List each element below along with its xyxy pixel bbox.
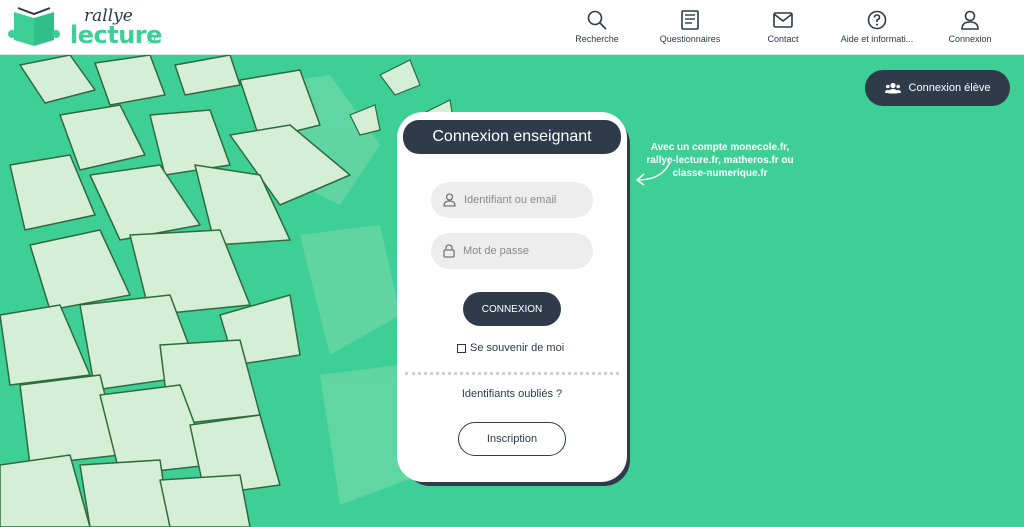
curved-arrow-icon	[635, 161, 671, 186]
logo-word-fr: .fr	[146, 34, 158, 45]
remember-me[interactable]: Se souvenir de moi	[457, 342, 564, 354]
book-logo-icon	[8, 7, 60, 46]
nav-label: Connexion	[948, 34, 992, 44]
teacher-login-card: Connexion enseignant CONNEXION Se souven…	[397, 112, 627, 482]
username-input[interactable]	[464, 194, 584, 206]
nav-questionnaires[interactable]: Questionnaires	[654, 0, 726, 55]
site-logo[interactable]: rallye lecture .fr	[8, 4, 162, 52]
username-field[interactable]	[431, 182, 593, 218]
dotted-divider	[405, 372, 619, 375]
help-icon	[866, 9, 888, 31]
nav-connexion[interactable]: Connexion	[945, 0, 995, 55]
login-button[interactable]: CONNEXION	[463, 292, 561, 326]
search-icon	[586, 9, 608, 31]
nav-label: Recherche	[575, 34, 619, 44]
student-login-label: Connexion élève	[908, 82, 991, 94]
top-header: rallye lecture .fr Recherche Questionnai…	[0, 0, 1024, 55]
remember-checkbox[interactable]	[457, 343, 466, 353]
nav-label: Questionnaires	[659, 34, 721, 44]
forgot-credentials-link[interactable]: Identifiants oubliés ?	[397, 388, 627, 400]
signup-button[interactable]: Inscription	[458, 422, 566, 456]
user-icon	[959, 9, 981, 31]
card-title: Connexion enseignant	[403, 120, 621, 154]
users-icon	[884, 82, 901, 94]
nav-label: Contact	[767, 34, 799, 44]
book-icon	[679, 9, 701, 31]
nav-label: Aide et informati...	[840, 34, 914, 44]
password-input[interactable]	[463, 245, 583, 257]
user-icon	[443, 193, 456, 207]
nav-contact[interactable]: Contact	[760, 0, 806, 55]
lock-icon	[443, 244, 455, 258]
mail-icon	[772, 9, 794, 31]
nav-recherche[interactable]: Recherche	[568, 0, 626, 55]
nav-aide[interactable]: Aide et informati...	[834, 0, 920, 55]
student-login-button[interactable]: Connexion élève	[865, 70, 1010, 106]
remember-label: Se souvenir de moi	[470, 342, 565, 354]
password-field[interactable]	[431, 233, 593, 269]
